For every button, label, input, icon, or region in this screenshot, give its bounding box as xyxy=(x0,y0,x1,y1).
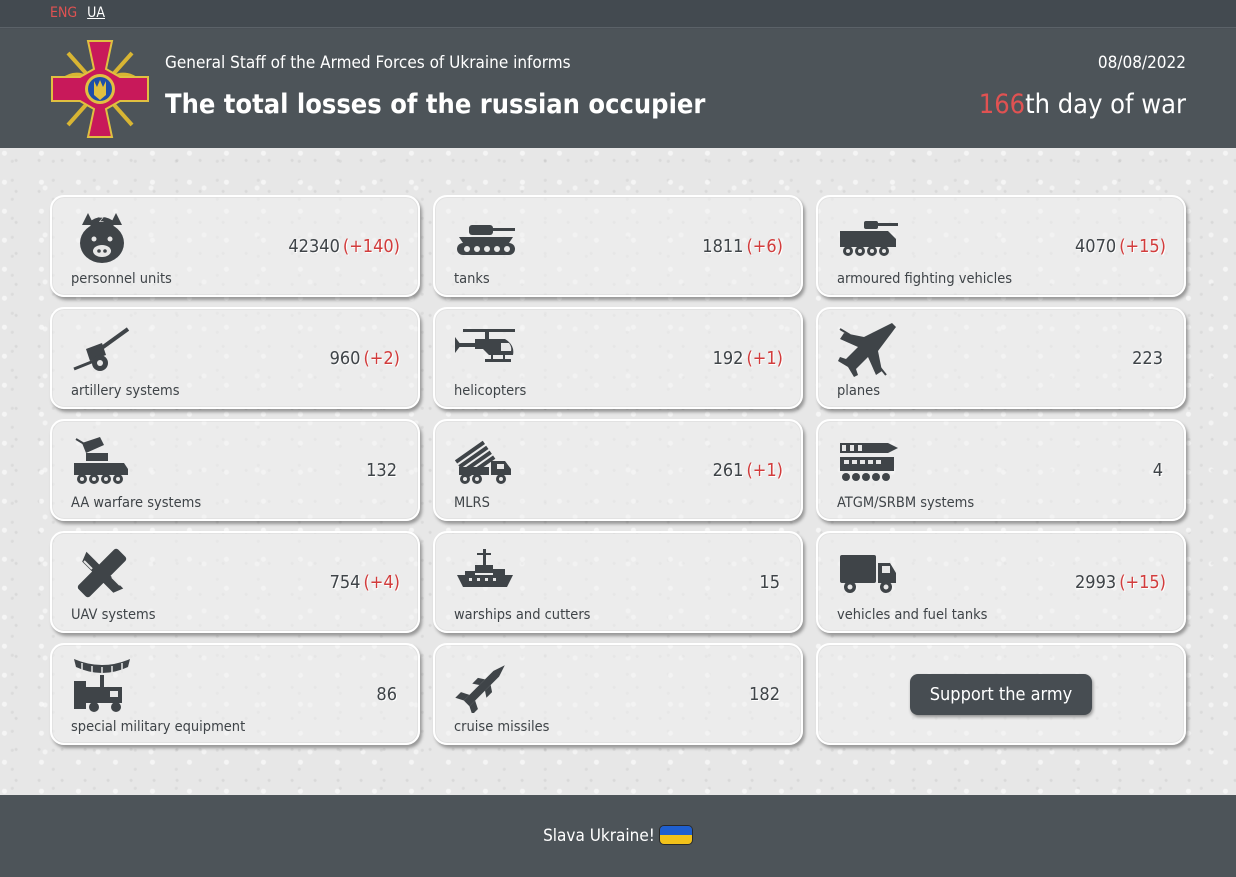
loss-card-mlrs: MLRS 261 (+1) xyxy=(433,419,803,521)
card-value-number: 754 xyxy=(329,572,361,593)
card-value-delta: (+1) xyxy=(746,348,783,369)
card-value-number: 42340 xyxy=(288,236,340,257)
loss-card-helicopters: helicopters 192 (+1) xyxy=(433,307,803,409)
loss-card-special-equipment: special military equipment 86 xyxy=(50,643,420,745)
card-label: AA warfare systems xyxy=(71,495,202,511)
card-value: 754 (+4) xyxy=(330,572,400,593)
card-value-number: 223 xyxy=(1132,348,1163,369)
card-value-number: 960 xyxy=(329,348,361,369)
card-value-delta: (+140) xyxy=(342,236,400,257)
svg-text:Z: Z xyxy=(99,216,104,224)
card-value-delta: (+2) xyxy=(363,348,400,369)
page-header: General Staff of the Armed Forces of Ukr… xyxy=(0,29,1236,148)
header-subtitle: General Staff of the Armed Forces of Ukr… xyxy=(165,53,571,73)
report-date: 08/08/2022 xyxy=(1097,53,1186,73)
loss-card-planes: planes 223 xyxy=(816,307,1186,409)
card-value: 2993 (+15) xyxy=(1075,572,1166,593)
missile-icon xyxy=(455,665,505,713)
card-value-number: 132 xyxy=(366,460,397,481)
card-value-delta: (+15) xyxy=(1119,572,1166,593)
card-label: artillery systems xyxy=(71,383,180,399)
card-label: armoured fighting vehicles xyxy=(837,271,1013,287)
loss-card-cruise-missiles: cruise missiles 182 xyxy=(433,643,803,745)
card-value-number: 4070 xyxy=(1074,236,1117,257)
card-label: UAV systems xyxy=(71,607,156,623)
loss-card-personnel: Z personnel units 42340 (+140) xyxy=(50,195,420,297)
card-value: 132 xyxy=(366,460,400,481)
card-value: 15 xyxy=(759,572,783,593)
card-value: 86 xyxy=(376,684,400,705)
card-value: 223 xyxy=(1132,348,1166,369)
card-value: 192 (+1) xyxy=(713,348,783,369)
ukraine-flag-icon xyxy=(658,825,693,845)
card-value-delta: (+1) xyxy=(746,460,783,481)
card-value-number: 86 xyxy=(376,684,397,705)
card-label: ATGM/SRBM systems xyxy=(837,495,975,511)
plane-icon xyxy=(838,323,896,377)
lang-eng-link[interactable]: ENG xyxy=(50,5,77,21)
support-card: Support the army xyxy=(816,643,1186,745)
card-value: 4070 (+15) xyxy=(1075,236,1166,257)
loss-card-aa-warfare: AA warfare systems 132 xyxy=(50,419,420,521)
pig-icon: Z xyxy=(80,213,124,263)
helicopter-icon xyxy=(455,329,515,362)
card-value-number: 261 xyxy=(712,460,744,481)
card-value: 4 xyxy=(1153,460,1166,481)
card-label: vehicles and fuel tanks xyxy=(837,607,988,623)
card-label: personnel units xyxy=(71,271,172,287)
language-switcher: ENG UA xyxy=(50,5,105,21)
war-day-suffix: th day of war xyxy=(1025,89,1186,120)
card-label: special military equipment xyxy=(71,719,246,735)
page-footer: Slava Ukraine! xyxy=(0,795,1236,877)
card-value-number: 192 xyxy=(712,348,744,369)
loss-card-warships: warships and cutters 15 xyxy=(433,531,803,633)
card-value: 261 (+1) xyxy=(713,460,783,481)
war-day-counter: 166th day of war xyxy=(979,89,1186,120)
truck-icon xyxy=(840,555,896,593)
card-value-number: 2993 xyxy=(1074,572,1117,593)
afv-icon xyxy=(840,221,898,256)
special-equipment-icon xyxy=(74,659,130,712)
war-day-number: 166 xyxy=(978,89,1026,120)
card-label: MLRS xyxy=(454,495,490,511)
card-label: planes xyxy=(837,383,880,399)
card-value: 42340 (+140) xyxy=(288,236,400,257)
aa-warfare-icon xyxy=(74,437,128,484)
armed-forces-emblem-icon xyxy=(51,40,149,138)
tank-icon xyxy=(457,225,515,255)
losses-grid: Z personnel units 42340 (+140) tanks 181… xyxy=(50,195,1186,745)
card-value-number: 1811 xyxy=(702,236,744,257)
main-content: Z personnel units 42340 (+140) tanks 181… xyxy=(0,148,1236,795)
lang-ua-link[interactable]: UA xyxy=(87,5,105,21)
loss-card-tanks: tanks 1811 (+6) xyxy=(433,195,803,297)
card-value-number: 182 xyxy=(749,684,780,705)
support-the-army-button[interactable]: Support the army xyxy=(909,673,1093,715)
card-label: warships and cutters xyxy=(454,607,591,623)
loss-card-afv: armoured fighting vehicles 4070 (+15) xyxy=(816,195,1186,297)
loss-card-uav: UAV systems 754 (+4) xyxy=(50,531,420,633)
uav-icon xyxy=(77,548,127,598)
card-label: tanks xyxy=(454,271,490,287)
card-value-number: 15 xyxy=(759,572,780,593)
loss-card-vehicles: vehicles and fuel tanks 2993 (+15) xyxy=(816,531,1186,633)
card-label: helicopters xyxy=(454,383,527,399)
card-value-delta: (+6) xyxy=(746,236,783,257)
card-value: 1811 (+6) xyxy=(702,236,783,257)
loss-card-atgm-srbm: ATGM/SRBM systems 4 xyxy=(816,419,1186,521)
top-bar: ENG UA xyxy=(0,0,1236,28)
atgm-icon xyxy=(840,443,898,481)
card-value: 960 (+2) xyxy=(330,348,400,369)
card-value-delta: (+15) xyxy=(1119,236,1166,257)
loss-card-artillery: artillery systems 960 (+2) xyxy=(50,307,420,409)
card-label: cruise missiles xyxy=(454,719,550,735)
artillery-icon xyxy=(73,327,130,371)
page-title: The total losses of the russian occupier xyxy=(165,89,706,120)
footer-text: Slava Ukraine! xyxy=(543,826,655,846)
card-value-delta: (+4) xyxy=(363,572,400,593)
warship-icon xyxy=(457,549,513,587)
mlrs-icon xyxy=(455,440,511,484)
card-value: 182 xyxy=(749,684,783,705)
card-value-number: 4 xyxy=(1152,460,1163,481)
